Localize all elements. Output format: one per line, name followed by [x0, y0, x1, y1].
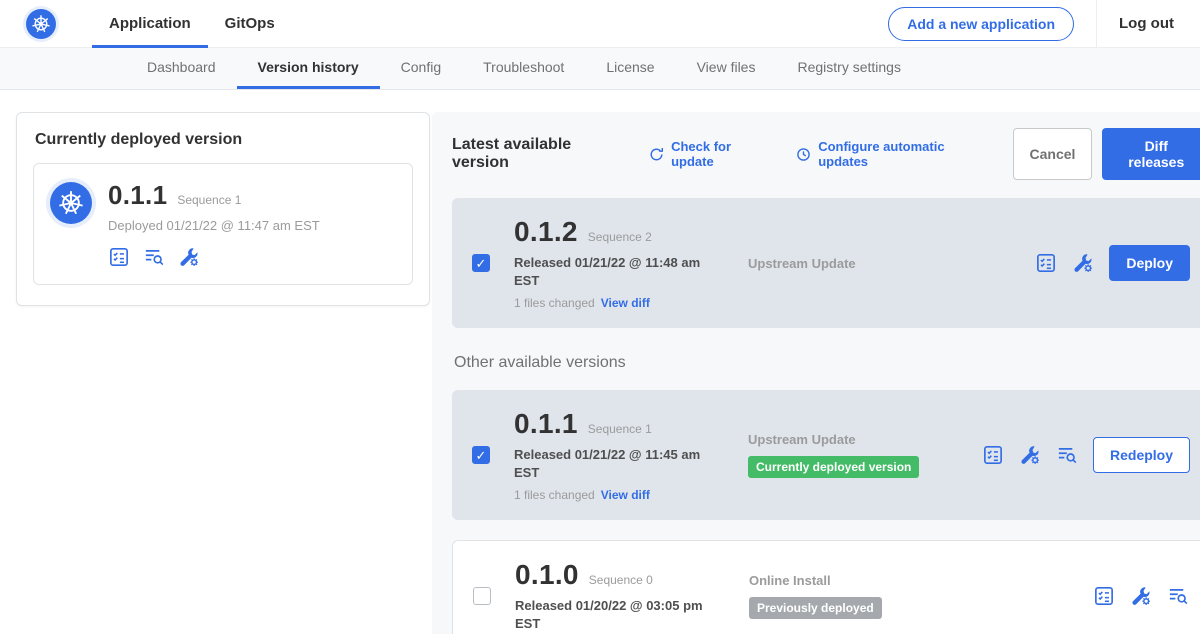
view-diff-link[interactable]: View diff — [601, 488, 650, 502]
version-number: 0.1.2 — [514, 216, 578, 248]
row-actions: Deploy — [1035, 245, 1190, 281]
version-row-0-1-0: 0.1.0 Sequence 0 Released 01/20/22 @ 03:… — [452, 540, 1200, 634]
version-history-panel: Latest available version Check for updat… — [432, 112, 1200, 634]
version-source: Upstream Update — [748, 432, 958, 447]
release-notes-icon[interactable] — [1035, 252, 1057, 274]
kubernetes-wheel-icon — [30, 13, 52, 35]
latest-version-title: Latest available version — [452, 136, 624, 172]
version-number: 0.1.0 — [515, 559, 579, 591]
deploy-button[interactable]: Deploy — [1109, 245, 1190, 281]
subnav-license[interactable]: License — [585, 48, 675, 89]
kubernetes-wheel-icon — [56, 188, 86, 218]
view-diff-link[interactable]: View diff — [601, 296, 650, 310]
diff-checkbox[interactable] — [473, 587, 491, 605]
diff-checkbox[interactable] — [472, 254, 490, 272]
row-actions: Redeploy — [982, 437, 1190, 473]
deployed-version-number: 0.1.1 — [108, 180, 167, 211]
other-versions-title: Other available versions — [454, 354, 1200, 372]
cancel-button[interactable]: Cancel — [1013, 128, 1093, 180]
main-content: Currently deployed version 0.1.1 Sequenc… — [0, 90, 1200, 634]
currently-deployed-card: Currently deployed version 0.1.1 Sequenc… — [16, 112, 430, 306]
clock-icon — [795, 146, 812, 163]
deployed-sequence-label: Sequence 1 — [177, 193, 241, 207]
refresh-arrows-icon — [648, 146, 665, 163]
app-subnav: Dashboard Version history Config Trouble… — [0, 48, 1200, 90]
check-for-update-link[interactable]: Check for update — [648, 139, 771, 169]
version-info: 0.1.0 Sequence 0 Released 01/20/22 @ 03:… — [515, 559, 725, 632]
deploy-logs-icon[interactable] — [1056, 444, 1078, 466]
release-notes-icon[interactable] — [982, 444, 1004, 466]
deployed-actions — [108, 246, 320, 268]
configure-automatic-updates-label: Configure automatic updates — [818, 139, 988, 169]
version-row-0-1-1: 0.1.1 Sequence 1 Released 01/21/22 @ 11:… — [452, 390, 1200, 520]
files-changed-label: 1 files changed — [514, 488, 595, 502]
diff-checkbox[interactable] — [472, 446, 490, 464]
deployed-version-info: 0.1.1 Sequence 1 Deployed 01/21/22 @ 11:… — [108, 180, 320, 268]
navbar-right: Add a new application Log out — [888, 0, 1174, 48]
subnav-registry-settings[interactable]: Registry settings — [776, 48, 921, 89]
logout-button[interactable]: Log out — [1119, 15, 1174, 32]
app-icon — [50, 182, 92, 224]
deployed-timestamp: Deployed 01/21/22 @ 11:47 am EST — [108, 218, 320, 233]
released-timestamp: Released 01/21/22 @ 11:45 am EST — [514, 446, 704, 481]
version-source: Upstream Update — [748, 256, 958, 271]
subnav-view-files[interactable]: View files — [676, 48, 777, 89]
previously-deployed-badge: Previously deployed — [749, 597, 882, 619]
deploy-logs-icon[interactable] — [1167, 585, 1189, 607]
tab-gitops[interactable]: GitOps — [208, 0, 292, 48]
diff-releases-button[interactable]: Diff releases — [1102, 128, 1200, 180]
version-row-0-1-2: 0.1.2 Sequence 2 Released 01/21/22 @ 11:… — [452, 198, 1200, 328]
sequence-label: Sequence 2 — [588, 230, 652, 244]
files-changed-label: 1 files changed — [514, 296, 595, 310]
version-source-col: Upstream Update — [748, 256, 958, 271]
redeploy-button[interactable]: Redeploy — [1093, 437, 1190, 473]
config-icon[interactable] — [1019, 444, 1041, 466]
release-notes-icon[interactable] — [108, 246, 130, 268]
deployed-card-title: Currently deployed version — [35, 131, 411, 149]
config-icon[interactable] — [178, 246, 200, 268]
latest-version-header: Latest available version Check for updat… — [452, 128, 1200, 180]
check-for-update-label: Check for update — [671, 139, 771, 169]
version-info: 0.1.1 Sequence 1 Released 01/21/22 @ 11:… — [514, 408, 724, 502]
deploy-logs-icon[interactable] — [143, 246, 165, 268]
deployed-version-box: 0.1.1 Sequence 1 Deployed 01/21/22 @ 11:… — [33, 163, 413, 285]
tab-application[interactable]: Application — [92, 0, 208, 48]
sequence-label: Sequence 0 — [589, 573, 653, 587]
currently-deployed-badge: Currently deployed version — [748, 456, 919, 478]
version-source: Online Install — [749, 573, 959, 588]
add-new-application-button[interactable]: Add a new application — [888, 7, 1074, 41]
version-number: 0.1.1 — [514, 408, 578, 440]
released-timestamp: Released 01/21/22 @ 11:48 am EST — [514, 254, 704, 289]
navbar-divider — [1096, 0, 1097, 48]
subnav-config[interactable]: Config — [380, 48, 462, 89]
subnav-dashboard[interactable]: Dashboard — [126, 48, 237, 89]
sequence-label: Sequence 1 — [588, 422, 652, 436]
subnav-troubleshoot[interactable]: Troubleshoot — [462, 48, 585, 89]
header-actions: Cancel Diff releases — [1013, 128, 1200, 180]
version-source-col: Online Install Previously deployed — [749, 573, 959, 619]
primary-nav: Application GitOps — [92, 0, 292, 48]
config-icon[interactable] — [1130, 585, 1152, 607]
release-notes-icon[interactable] — [1093, 585, 1115, 607]
row-actions — [1093, 585, 1189, 607]
kubernetes-logo[interactable] — [26, 9, 56, 39]
config-icon[interactable] — [1072, 252, 1094, 274]
configure-automatic-updates-link[interactable]: Configure automatic updates — [795, 139, 988, 169]
version-source-col: Upstream Update Currently deployed versi… — [748, 432, 958, 478]
subnav-version-history[interactable]: Version history — [237, 48, 380, 89]
version-info: 0.1.2 Sequence 2 Released 01/21/22 @ 11:… — [514, 216, 724, 310]
top-navbar: Application GitOps Add a new application… — [0, 0, 1200, 48]
released-timestamp: Released 01/20/22 @ 03:05 pm EST — [515, 597, 705, 632]
